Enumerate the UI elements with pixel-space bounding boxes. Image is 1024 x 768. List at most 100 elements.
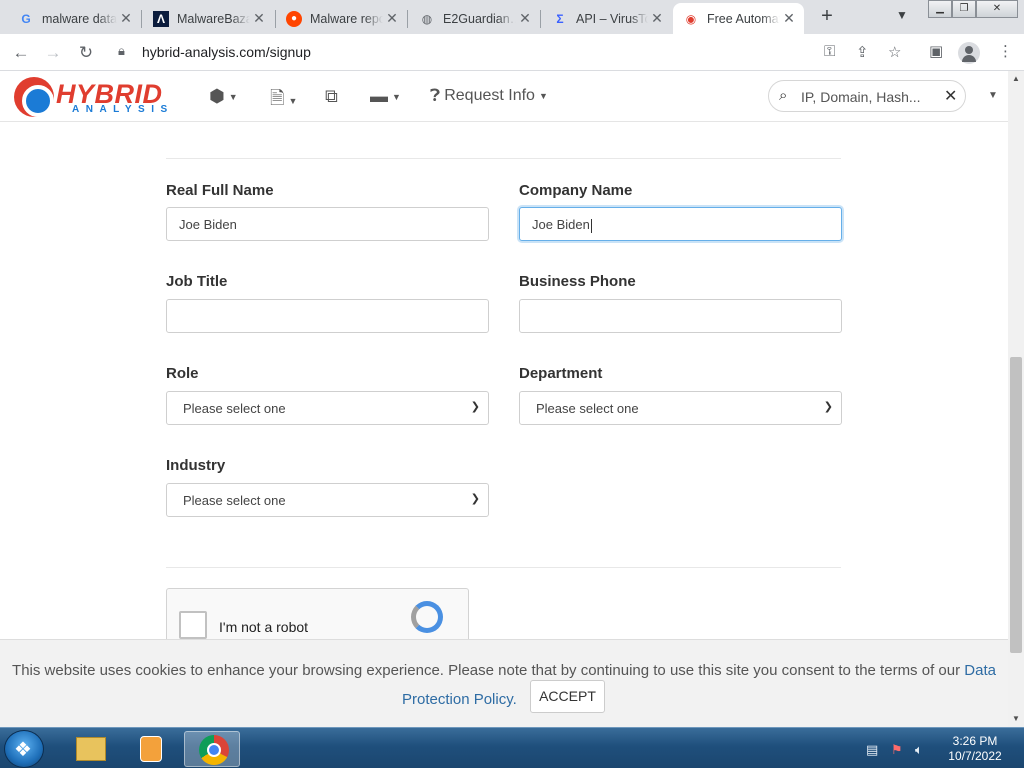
network-tray-icon[interactable]: ▤ — [866, 742, 878, 758]
tab-title: Malware repo… — [310, 11, 383, 26]
page-scrollbar[interactable]: ▲ ▼ — [1008, 71, 1024, 727]
recaptcha-checkbox[interactable] — [179, 611, 207, 639]
divider-top — [166, 158, 841, 159]
job-title-label: Job Title — [166, 273, 228, 290]
company-name-value: Joe Biden — [532, 217, 590, 232]
tab-title: E2Guardian… — [443, 11, 516, 26]
start-button[interactable] — [4, 730, 44, 768]
tab-e2guardian[interactable]: ◍ E2Guardian… ✕ — [409, 3, 540, 34]
volume-icon[interactable]: 🔈︎ — [915, 742, 923, 758]
close-tab-icon[interactable]: ✕ — [780, 10, 798, 27]
reload-button[interactable]: ↻ — [74, 41, 98, 65]
file-upload-icon: 🗎︎ — [270, 88, 285, 108]
clock-time: 3:26 PM — [952, 734, 998, 748]
recaptcha-label: I'm not a robot — [219, 619, 309, 635]
malwarebazaar-icon: Λ — [153, 10, 169, 27]
tab-free-automated[interactable]: ◉ Free Automated… ✕ — [673, 3, 804, 34]
close-window-button[interactable]: ✕ — [976, 0, 1018, 18]
browser-tab-strip: G malware data… ✕ Λ MalwareBazaar ✕ ● Ma… — [0, 0, 1024, 34]
nav-reports-button[interactable]: ⧉ — [325, 86, 338, 107]
request-info-label: Request Info — [444, 87, 535, 104]
cookie-consent-bar: This website uses cookies to enhance you… — [0, 639, 1008, 727]
search-icon: ⌕ — [779, 87, 788, 104]
forward-button[interactable]: → — [41, 41, 65, 65]
close-tab-icon[interactable]: ✕ — [648, 10, 666, 27]
address-bar[interactable]: 🔒︎ hybrid-analysis.com/signup ⚿ ⇪ ☆ — [108, 38, 918, 67]
scroll-down-arrow-icon[interactable]: ▼ — [1008, 711, 1024, 727]
windows-taskbar: ▤ ⚑ 🔈︎ 3:26 PM 10/7/2022 — [0, 727, 1024, 768]
company-name-field[interactable]: Joe Biden — [519, 207, 842, 241]
profile-avatar-icon[interactable] — [958, 42, 980, 64]
close-tab-icon[interactable]: ✕ — [516, 10, 534, 27]
hybrid-analysis-icon: ◉ — [685, 11, 697, 26]
hybrid-analysis-logo[interactable]: HYBRID ANALYSIS — [14, 75, 180, 117]
role-selected-value: Please select one — [183, 401, 286, 416]
tab-separator — [540, 10, 541, 28]
header-chevron-down-icon[interactable]: ▼ — [988, 90, 998, 101]
clear-search-icon[interactable]: ✕ — [944, 86, 957, 106]
browser-toolbar: ← → ↻ 🔒︎ hybrid-analysis.com/signup ⚿ ⇪ … — [0, 34, 1024, 71]
back-button[interactable]: ← — [9, 41, 33, 65]
lock-icon[interactable]: 🔒︎ — [118, 43, 125, 59]
tab-separator — [141, 10, 142, 28]
scroll-up-arrow-icon[interactable]: ▲ — [1008, 71, 1024, 87]
site-search-input[interactable]: ⌕ IP, Domain, Hash... ✕ — [768, 80, 966, 112]
department-select[interactable]: Please select one ❯ — [519, 391, 842, 425]
tab-virustotal[interactable]: Σ API – VirusTotal ✕ — [542, 3, 672, 34]
bookmark-star-icon[interactable]: ☆ — [888, 43, 901, 61]
cookie-message: This website uses cookies to enhance you… — [0, 662, 1008, 679]
share-icon[interactable]: ⇪ — [856, 43, 869, 61]
full-name-label: Real Full Name — [166, 182, 274, 199]
accept-cookies-button[interactable]: ACCEPT — [530, 680, 605, 713]
tab-malware-repo[interactable]: ● Malware repo… ✕ — [276, 3, 407, 34]
tab-malwarebazaar[interactable]: Λ MalwareBazaar ✕ — [143, 3, 274, 34]
company-name-label: Company Name — [519, 182, 633, 199]
nav-file-upload-dropdown[interactable]: 🗎︎ ▼ — [270, 86, 297, 116]
role-select[interactable]: Please select one ❯ — [166, 391, 489, 425]
chevron-down-icon: ▼ — [392, 91, 401, 102]
scrollbar-thumb[interactable] — [1010, 357, 1022, 653]
chevron-down-icon: ▼ — [288, 96, 298, 106]
cube-icon: ⬢ — [209, 86, 225, 106]
reddit-icon: ● — [286, 10, 302, 27]
media-player-icon — [140, 736, 162, 762]
system-clock[interactable]: 3:26 PM 10/7/2022 — [942, 734, 1008, 764]
industry-selected-value: Please select one — [183, 493, 286, 508]
chrome-icon — [199, 735, 229, 765]
tab-malware-data[interactable]: G malware data… ✕ — [8, 3, 141, 34]
question-circle-icon: ❓︎ — [430, 86, 441, 105]
nav-folder-dropdown[interactable]: ▬ ▼ — [370, 86, 401, 107]
taskbar-media-player[interactable] — [122, 731, 178, 767]
action-center-flag-icon[interactable]: ⚑ — [891, 742, 903, 758]
data-protection-link-part2[interactable]: Protection Policy. — [402, 691, 517, 708]
nav-request-info-dropdown[interactable]: ❓︎ Request Info ▼ — [430, 86, 548, 106]
business-phone-label: Business Phone — [519, 273, 636, 290]
data-protection-link-part1[interactable]: Data — [964, 662, 996, 679]
tab-title: API – VirusTotal — [576, 11, 648, 26]
taskbar-chrome[interactable] — [184, 731, 240, 767]
globe-icon: ◍ — [421, 11, 433, 26]
new-tab-button[interactable]: + — [816, 5, 838, 27]
copy-files-icon: ⧉ — [325, 86, 338, 106]
restore-button[interactable]: ❐ — [952, 0, 976, 18]
google-icon: G — [21, 11, 31, 26]
chevron-down-icon: ❯ — [823, 401, 833, 413]
key-icon[interactable]: ⚿ — [824, 43, 835, 60]
job-title-field[interactable] — [166, 299, 489, 333]
close-tab-icon[interactable]: ✕ — [383, 10, 401, 27]
business-phone-field[interactable] — [519, 299, 842, 333]
chevron-down-icon: ▼ — [228, 91, 238, 102]
industry-select[interactable]: Please select one ❯ — [166, 483, 489, 517]
taskbar-explorer[interactable] — [62, 731, 118, 767]
virustotal-icon: Σ — [556, 11, 564, 26]
side-panel-icon[interactable]: ▣ — [929, 42, 943, 60]
close-tab-icon[interactable]: ✕ — [117, 10, 135, 27]
minimize-button[interactable]: ▁ — [928, 0, 952, 18]
site-header: HYBRID ANALYSIS ⬢ ▼ 🗎︎ ▼ ⧉ ▬ ▼ ❓︎ Request I… — [0, 71, 1008, 122]
close-tab-icon[interactable]: ✕ — [250, 10, 268, 27]
menu-kebab-icon[interactable]: ⋮ — [998, 42, 1013, 60]
full-name-field[interactable]: Joe Biden — [166, 207, 489, 241]
tab-title: Free Automated… — [707, 11, 780, 26]
nav-cube-dropdown[interactable]: ⬢ ▼ — [209, 86, 238, 107]
tab-search-chevron-icon[interactable]: ▼ — [896, 8, 908, 22]
